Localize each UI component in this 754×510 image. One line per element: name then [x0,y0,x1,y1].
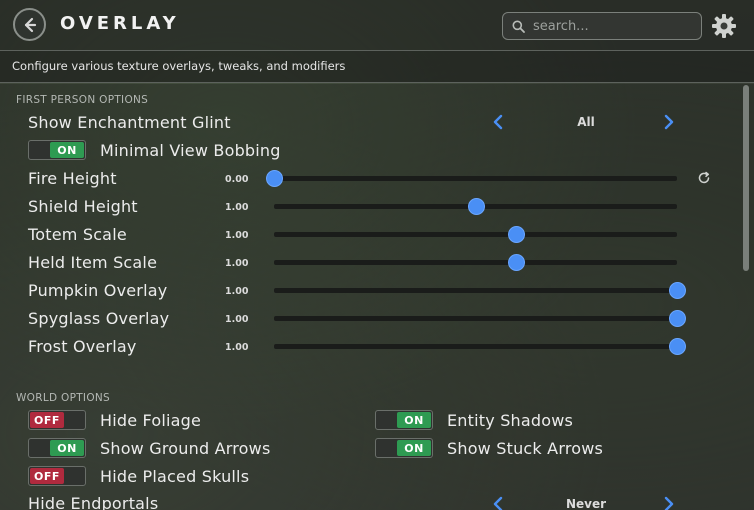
subtitle-bar: Configure various texture overlays, twea… [0,50,754,83]
shield-height-label: Shield Height [28,197,138,216]
entity-shadows-label: Entity Shadows [447,411,574,430]
search-icon [512,20,525,33]
held-item-scale-label: Held Item Scale [28,253,158,272]
ground-arrows-toggle[interactable]: ON [28,438,86,458]
header-bar: OVERLAY [0,0,754,50]
toggle-state: ON [50,440,84,456]
chevron-left-icon[interactable] [491,496,505,510]
placed-skulls-label: Hide Placed Skulls [100,467,250,486]
held-item-scale-value: 1.00 [225,258,249,269]
frost-overlay-label: Frost Overlay [28,337,137,356]
section-world: WORLD OPTIONS [16,392,111,404]
held-item-scale-slider[interactable] [274,260,677,265]
pumpkin-overlay-label: Pumpkin Overlay [28,281,168,300]
search-input[interactable] [533,18,693,34]
ground-arrows-label: Show Ground Arrows [100,439,271,458]
totem-scale-slider-thumb[interactable] [507,226,525,243]
search-box[interactable] [502,12,702,40]
gear-icon[interactable] [709,11,739,41]
hide-foliage-toggle[interactable]: OFF [28,410,86,430]
stuck-arrows-toggle[interactable]: ON [375,438,433,458]
hide-foliage-label: Hide Foliage [100,411,202,430]
toggle-state: ON [397,440,431,456]
chevron-right-icon[interactable] [662,114,676,130]
chevron-right-icon[interactable] [662,496,676,510]
frost-overlay-slider[interactable] [274,344,677,349]
spyglass-overlay-slider[interactable] [274,316,677,321]
endportals-value: Never [565,497,607,510]
fire-height-label: Fire Height [28,169,117,188]
view-bobbing-toggle[interactable]: ON [28,140,86,160]
page-title: OVERLAY [60,13,180,34]
fire-height-slider[interactable] [274,176,677,181]
arrow-left-icon [24,17,36,32]
enchantment-glint-label: Show Enchantment Glint [28,113,231,132]
totem-scale-slider[interactable] [274,232,677,237]
toggle-state: OFF [30,412,64,428]
enchantment-glint-value: All [577,115,595,129]
back-button[interactable] [13,8,46,41]
spyglass-overlay-slider-thumb[interactable] [669,310,686,327]
pumpkin-overlay-value: 1.00 [225,286,249,297]
shield-height-slider-thumb[interactable] [467,198,485,215]
section-first-person: FIRST PERSON OPTIONS [16,94,149,106]
toggle-state: ON [50,142,84,158]
fire-height-value: 0.00 [225,174,249,185]
view-bobbing-label: Minimal View Bobbing [100,141,281,160]
chevron-left-icon[interactable] [491,114,505,130]
scrollbar[interactable] [743,85,749,271]
reset-icon[interactable] [697,171,711,185]
pumpkin-overlay-slider[interactable] [274,288,677,293]
spyglass-overlay-value: 1.00 [225,314,249,325]
page-subtitle: Configure various texture overlays, twea… [12,59,346,73]
toggle-state: ON [397,412,431,428]
toggle-state: OFF [30,468,64,484]
pumpkin-overlay-slider-thumb[interactable] [669,282,686,299]
frost-overlay-slider-thumb[interactable] [669,338,686,355]
endportals-label: Hide Endportals [28,494,159,510]
entity-shadows-toggle[interactable]: ON [375,410,433,430]
frost-overlay-value: 1.00 [225,342,249,353]
held-item-scale-slider-thumb[interactable] [507,254,525,271]
spyglass-overlay-label: Spyglass Overlay [28,309,170,328]
shield-height-value: 1.00 [225,202,249,213]
placed-skulls-toggle[interactable]: OFF [28,466,86,486]
fire-height-slider-thumb[interactable] [266,170,283,187]
totem-scale-label: Totem Scale [28,225,127,244]
totem-scale-value: 1.00 [225,230,249,241]
stuck-arrows-label: Show Stuck Arrows [447,439,604,458]
